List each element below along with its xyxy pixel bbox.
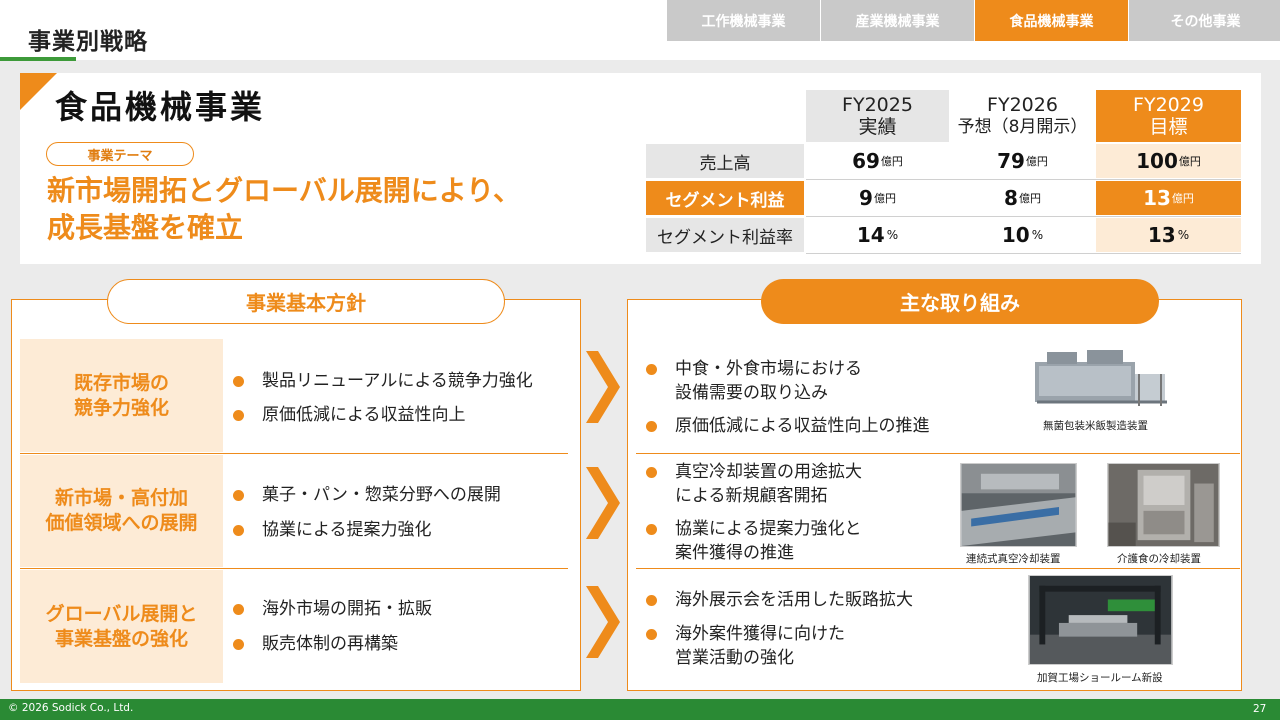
- chevron-right-icon: [586, 467, 620, 539]
- theme-line-1: 新市場開拓とグローバル展開により、: [47, 174, 522, 207]
- initiative-bullet: 中食・外食市場における 設備需要の取り込み: [646, 357, 862, 405]
- policy-heading: 事業基本方針: [107, 279, 505, 324]
- initiative-bullet: 海外展示会を活用した販路拡大: [646, 588, 913, 612]
- business-title: 食品機械事業: [55, 88, 266, 126]
- policy-label-new-market: 新市場・高付加 価値領域への展開: [20, 455, 223, 567]
- bullet-dot: [233, 639, 244, 650]
- kpi-value: 9 億円: [859, 186, 896, 210]
- kpi-col-year: FY2029: [1133, 94, 1204, 116]
- row-divider: [20, 453, 568, 454]
- care-food-cooler-image: [1107, 463, 1220, 547]
- row-divider: [636, 453, 1240, 454]
- policy-bullet: 協業による提案力強化: [233, 518, 432, 542]
- kpi-value-target: 13%: [1096, 218, 1241, 252]
- row-divider: [636, 568, 1240, 569]
- tab-food-machinery[interactable]: 食品機械事業: [975, 0, 1128, 41]
- kpi-col-head: FY2026 予想（8月開示）: [951, 90, 1094, 142]
- photo-caption: 介護食の冷却装置: [1117, 553, 1201, 565]
- bullet-dot: [646, 467, 657, 478]
- kpi-col-year: FY2026: [987, 94, 1058, 116]
- kpi-col-year: FY2025: [842, 94, 913, 116]
- showroom-image: [1028, 575, 1173, 665]
- kpi-value: 79 億円: [997, 149, 1048, 173]
- policy-bullet: 製品リニューアルによる競争力強化: [233, 369, 533, 393]
- tab-industrial-machinery[interactable]: 産業機械事業: [821, 0, 974, 41]
- kpi-row-label-margin: セグメント利益率: [646, 218, 804, 252]
- tab-machine-tools[interactable]: 工作機械事業: [667, 0, 820, 41]
- kpi-col-head-target: FY2029 目標: [1096, 90, 1241, 142]
- chevron-right-icon: [586, 586, 620, 658]
- initiatives-heading: 主な取り組み: [761, 279, 1159, 324]
- policy-bullet: 菓子・パン・惣菜分野への展開: [233, 483, 501, 507]
- theme-badge: 事業テーマ: [46, 142, 194, 166]
- bullet-dot: [646, 364, 657, 375]
- theme-line-2: 成長基盤を確立: [47, 211, 244, 244]
- bullet-dot: [646, 595, 657, 606]
- photo-caption: 無菌包装米飯製造装置: [1043, 420, 1148, 432]
- bullet-dot: [233, 410, 244, 421]
- page-number: 27: [1253, 703, 1267, 715]
- policy-label-global: グローバル展開と 事業基盤の強化: [20, 570, 223, 683]
- kpi-value: 8 億円: [1004, 186, 1041, 210]
- initiative-bullet: 真空冷却装置の用途拡大 による新規顧客開拓: [646, 460, 862, 508]
- kpi-value: 14%: [856, 223, 899, 247]
- row-divider: [20, 568, 568, 569]
- policy-label-existing-market: 既存市場の 競争力強化: [20, 339, 223, 452]
- kpi-value: 10%: [1001, 223, 1044, 247]
- bullet-dot: [646, 629, 657, 640]
- bullet-dot: [646, 524, 657, 535]
- title-underline: [0, 57, 76, 61]
- kpi-col-head: FY2025 実績: [806, 90, 949, 142]
- policy-bullet: 海外市場の開拓・拡販: [233, 597, 432, 621]
- kpi-value-target: 100 億円: [1096, 144, 1241, 178]
- policy-bullet: 販売体制の再構築: [233, 632, 398, 656]
- footer-bar: [0, 699, 1280, 720]
- page-title: 事業別戦略: [28, 29, 148, 55]
- photo-caption: 加賀工場ショールーム新設: [1037, 672, 1163, 684]
- bullet-dot: [233, 525, 244, 536]
- photo-caption: 連続式真空冷却装置: [966, 553, 1061, 565]
- policy-bullet: 原価低減による収益性向上: [233, 403, 466, 427]
- kpi-value: 69 億円: [852, 149, 903, 173]
- kpi-divider: [806, 253, 1241, 254]
- initiative-bullet: 原価低減による収益性向上の推進: [646, 414, 930, 438]
- kpi-col-sub: 予想（8月開示）: [957, 117, 1088, 137]
- bullet-dot: [233, 376, 244, 387]
- kpi-divider: [806, 179, 1241, 180]
- corner-accent: [20, 73, 57, 110]
- segment-tabs: 工作機械事業 産業機械事業 食品機械事業 その他事業: [667, 0, 1280, 41]
- kpi-col-sub: 実績: [858, 116, 897, 138]
- bullet-dot: [233, 604, 244, 615]
- business-theme: 新市場開拓とグローバル展開により、 成長基盤を確立: [47, 172, 521, 246]
- copyright: © 2026 Sodick Co., Ltd.: [8, 702, 134, 714]
- tab-other-business[interactable]: その他事業: [1129, 0, 1280, 41]
- kpi-col-sub: 目標: [1149, 116, 1188, 138]
- chevron-right-icon: [586, 351, 620, 423]
- bullet-dot: [646, 421, 657, 432]
- kpi-row-label-segment-profit: セグメント利益: [646, 181, 804, 215]
- initiative-bullet: 協業による提案力強化と 案件獲得の推進: [646, 517, 862, 565]
- initiative-bullet: 海外案件獲得に向けた 営業活動の強化: [646, 622, 845, 670]
- kpi-row-label-sales: 売上高: [646, 144, 804, 178]
- kpi-value-target-highlight: 13 億円: [1096, 181, 1241, 215]
- vacuum-cooler-image: [960, 463, 1077, 547]
- bullet-dot: [233, 490, 244, 501]
- kpi-divider: [806, 216, 1241, 217]
- rice-production-machine-image: [1027, 344, 1172, 414]
